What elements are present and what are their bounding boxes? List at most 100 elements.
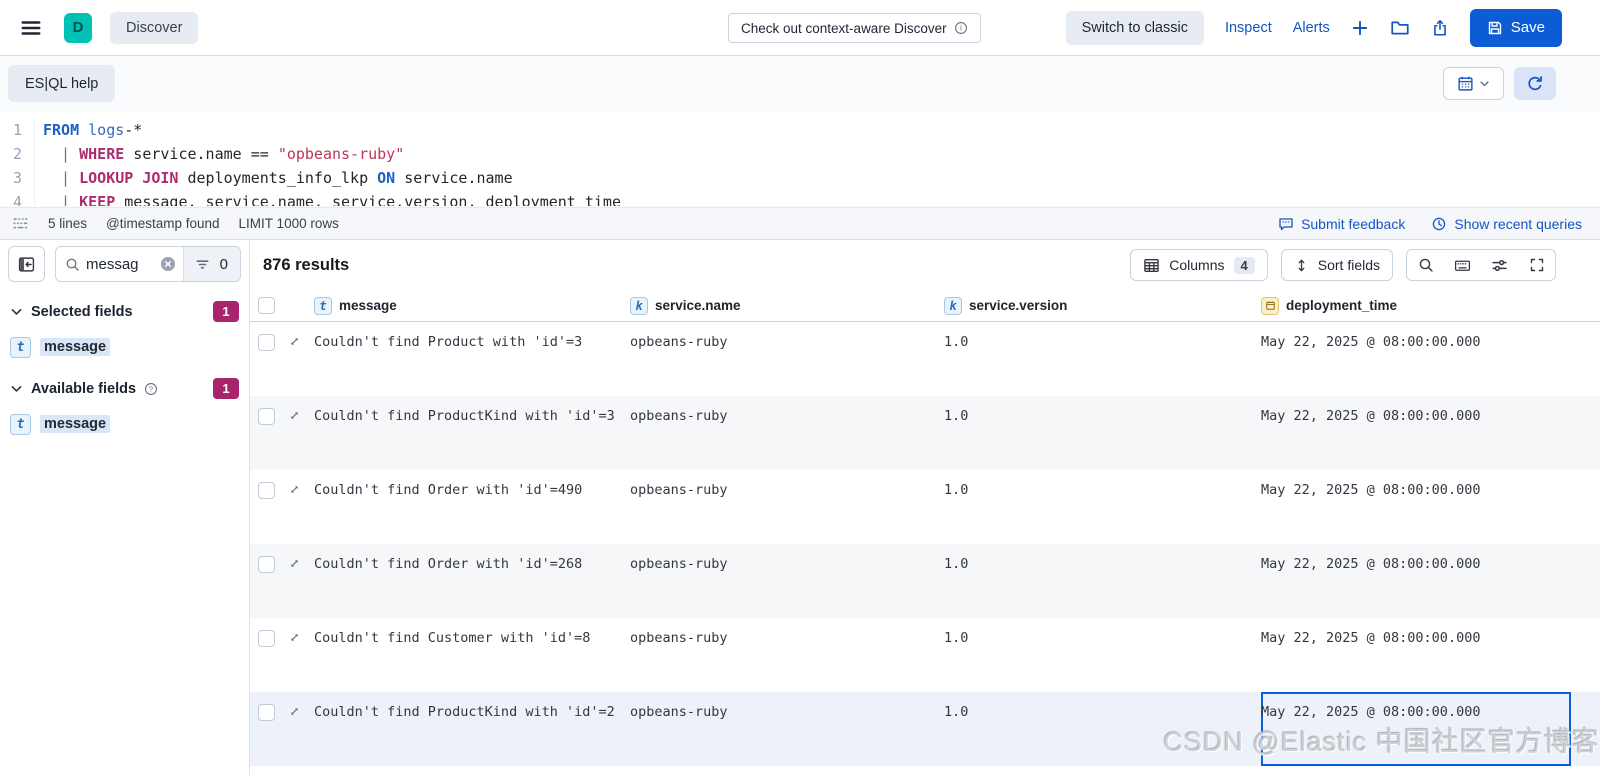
field-search-box[interactable]: 0 [55,246,241,282]
cell-service-version[interactable]: 1.0 [944,544,1261,572]
column-header-message[interactable]: t message [314,296,630,315]
context-aware-callout-button[interactable]: Check out context-aware Discover i [728,13,981,43]
code-segment: "opbeans-ruby" [277,145,405,163]
cell-message[interactable]: Couldn't find Customer with 'id'=8 [314,618,630,646]
field-list-item[interactable]: t message [8,412,241,436]
cell-message[interactable]: Couldn't find ProductKind with 'id'=3 [314,396,630,424]
row-checkbox[interactable] [258,704,275,721]
editor-line[interactable]: 3 | LOOKUP JOIN deployments_info_lkp ON … [0,166,1600,190]
sort-icon [1298,259,1305,271]
cell-deployment-time[interactable]: May 22, 2025 @ 08:00:00.000 [1261,618,1571,692]
cell-service-version[interactable]: 1.0 [944,618,1261,646]
cell-message[interactable]: Couldn't find ProductKind with 'id'=2 [314,692,630,720]
breadcrumb[interactable]: Discover [110,11,199,44]
keyboard-icon [1454,260,1471,271]
row-checkbox[interactable] [258,334,275,351]
cell-deployment-time[interactable]: May 22, 2025 @ 08:00:00.000 [1261,396,1571,470]
fullscreen-button[interactable] [1518,250,1555,280]
row-checkbox-cell [258,544,288,573]
esql-help-button[interactable]: ES|QL help [8,65,116,102]
display-options-button[interactable] [1481,250,1518,280]
field-section-header-selected[interactable]: Selected fields 1 [8,301,241,322]
column-header-service.name[interactable]: k service.name [630,296,944,315]
inspect-link[interactable]: Inspect [1225,20,1272,36]
cell-service-name[interactable]: opbeans-ruby [630,396,944,424]
field-filter-count: 0 [219,255,228,273]
editor-line-code: | KEEP message, service.name, service.ve… [34,190,621,206]
expand-row-button[interactable] [288,409,314,422]
chevron-down-icon [11,309,22,315]
cell-service-version[interactable]: 1.0 [944,322,1261,350]
cell-service-version[interactable]: 1.0 [944,692,1261,720]
cell-service-name[interactable]: opbeans-ruby [630,618,944,646]
collapse-sidebar-button[interactable] [8,246,45,282]
open-session-button[interactable] [1390,18,1410,38]
expand-row-button[interactable] [288,631,314,644]
cell-deployment-time[interactable]: May 22, 2025 @ 08:00:00.000 [1261,692,1571,766]
esql-editor[interactable]: 1 FROM logs-* 2 | WHERE service.name == "o… [0,112,1600,206]
cell-service-name[interactable]: opbeans-ruby [630,470,944,498]
code-segment: KEEP [79,193,116,206]
date-picker-button[interactable] [1443,67,1504,100]
row-checkbox[interactable] [258,556,275,573]
submit-feedback-link[interactable]: Submit feedback [1278,216,1405,232]
editor-footer: 5 lines @timestamp found LIMIT 1000 rows… [0,207,1600,240]
share-button[interactable] [1431,19,1449,37]
expand-row-icon [291,560,298,567]
alerts-link[interactable]: Alerts [1293,20,1330,36]
expand-row-button[interactable] [288,557,314,570]
new-session-button[interactable] [1351,19,1369,37]
cell-service-name[interactable]: opbeans-ruby [630,692,944,720]
code-segment: message, service.name, service.version, … [115,193,621,206]
hamburger-menu-icon[interactable] [16,13,46,43]
show-recent-queries-link[interactable]: Show recent queries [1431,216,1582,232]
column-header-service.version[interactable]: k service.version [944,296,1261,315]
column-header-deployment_time[interactable]: deployment_time [1261,296,1571,315]
editor-line[interactable]: 2 | WHERE service.name == "opbeans-ruby" [0,142,1600,166]
row-checkbox-cell [258,470,288,499]
editor-line[interactable]: 4 | KEEP message, service.name, service.… [0,190,1600,206]
callout-label: Check out context-aware Discover [741,20,947,36]
search-in-table-button[interactable] [1407,250,1444,280]
field-search-input[interactable] [86,255,160,273]
cell-service-name[interactable]: opbeans-ruby [630,544,944,572]
expand-row-button[interactable] [288,335,314,348]
filter-icon [196,259,209,269]
info-icon: i [954,22,967,34]
cell-deployment-time[interactable]: May 22, 2025 @ 08:00:00.000 [1261,470,1571,544]
cell-deployment-time[interactable]: May 22, 2025 @ 08:00:00.000 [1261,322,1571,396]
cell-service-version[interactable]: 1.0 [944,470,1261,498]
keyboard-shortcuts-button[interactable] [1444,250,1481,280]
save-button[interactable]: Save [1469,8,1562,47]
field-section-header-available[interactable]: Available fields? 1 [8,378,241,399]
row-expand-cell [288,618,314,644]
row-expand-cell [288,470,314,496]
field-filter-button[interactable]: 0 [182,247,240,281]
refresh-button[interactable] [1514,67,1556,100]
editor-line-code: | LOOKUP JOIN deployments_info_lkp ON se… [34,166,513,190]
clear-search-icon[interactable] [160,256,176,272]
sort-fields-button[interactable]: Sort fields [1280,249,1393,281]
cell-service-version[interactable]: 1.0 [944,396,1261,424]
code-segment: FROM [43,121,80,139]
expand-row-button[interactable] [288,483,314,496]
cell-deployment-time[interactable]: May 22, 2025 @ 08:00:00.000 [1261,544,1571,618]
editor-line[interactable]: 1 FROM logs-* [0,118,1600,142]
cell-service-name[interactable]: opbeans-ruby [630,322,944,350]
row-checkbox[interactable] [258,482,275,499]
shortcuts-icon[interactable] [12,215,29,232]
select-all-checkbox[interactable] [258,297,275,314]
svg-text:?: ? [149,384,153,393]
row-checkbox[interactable] [258,630,275,647]
switch-to-classic-button[interactable]: Switch to classic [1065,10,1204,45]
code-segment: deployments_info_lkp [178,169,378,187]
row-checkbox-cell [258,618,288,647]
row-checkbox[interactable] [258,408,275,425]
columns-button[interactable]: Columns 4 [1130,249,1268,281]
cell-message[interactable]: Couldn't find Product with 'id'=3 [314,322,630,350]
expand-row-button[interactable] [288,705,314,718]
discover-app-logo[interactable]: D [64,12,92,43]
cell-message[interactable]: Couldn't find Order with 'id'=490 [314,470,630,498]
field-list-item[interactable]: t message [8,335,241,359]
cell-message[interactable]: Couldn't find Order with 'id'=268 [314,544,630,572]
